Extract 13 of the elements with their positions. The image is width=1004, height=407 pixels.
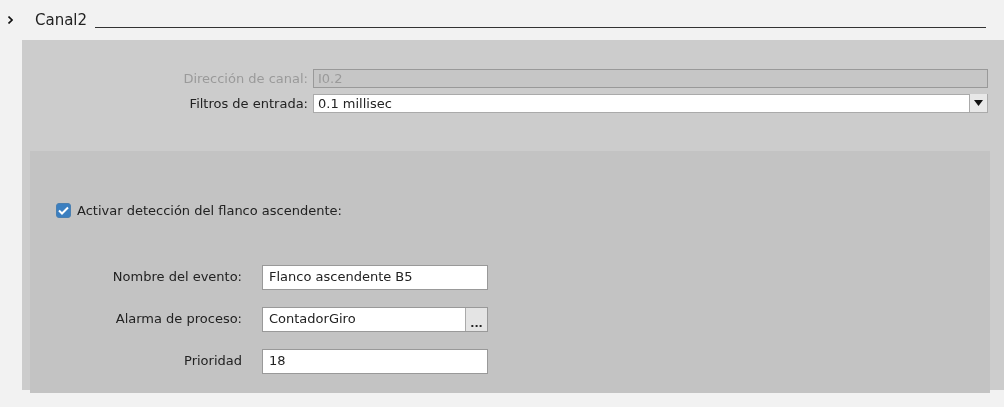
checkbox-label: Activar detección del flanco ascendente: [77,202,342,220]
section-title: Canal2 [35,9,88,31]
checkbox[interactable] [56,203,71,219]
input-field[interactable]: 18 [262,348,488,374]
field-label: Alarma de proceso: [114,310,243,329]
input-field[interactable]: Flanco ascendente B5 [262,264,488,290]
expand-caret-icon[interactable] [8,16,13,24]
field-label: Prioridad [183,352,243,371]
browse-button[interactable]: ... [465,307,487,331]
field-label: Filtros de entrada: [188,94,309,113]
input-field[interactable]: ContadorGiro ... [262,306,488,332]
field-label: Nombre del evento: [111,268,243,287]
dropdown[interactable]: 0.1 millisec [313,93,988,113]
